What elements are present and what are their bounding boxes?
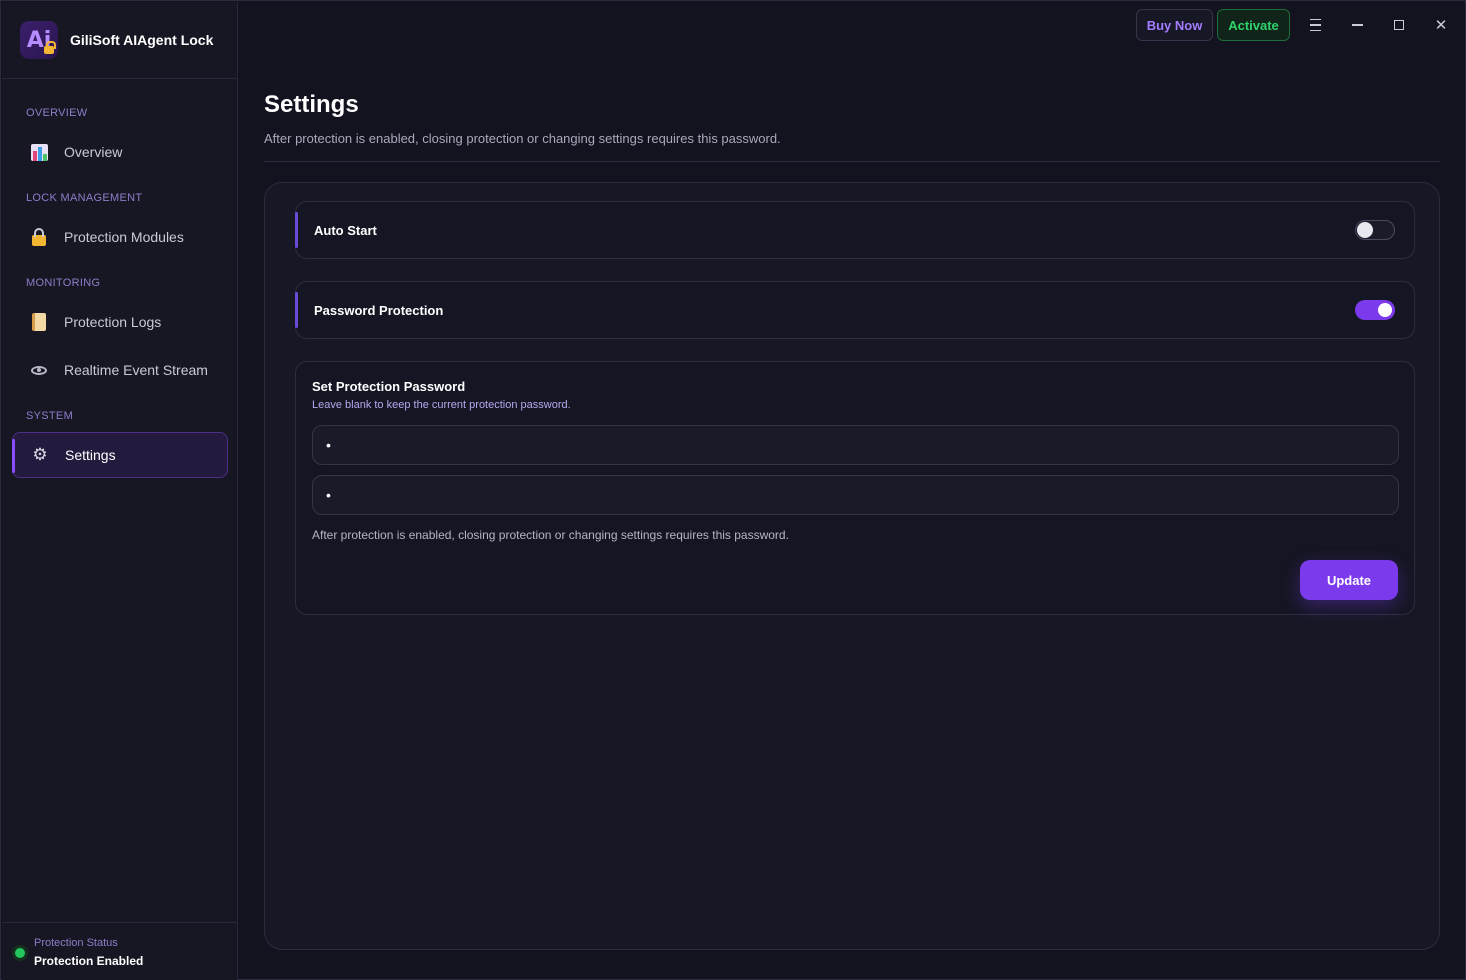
app-name: GiliSoft AIAgent Lock (70, 32, 214, 48)
page-subtitle: After protection is enabled, closing pro… (264, 131, 781, 146)
password-card: Set Protection Password Leave blank to k… (295, 361, 1415, 615)
status-indicator-dot (15, 948, 25, 958)
sidebar-item-settings[interactable]: ⚙ Settings (12, 432, 228, 478)
brand-header: Ai GiliSoft AIAgent Lock (2, 2, 237, 79)
password-card-hint: Leave blank to keep the current protecti… (312, 399, 571, 411)
sidebar-item-label: Settings (65, 447, 116, 463)
protection-status: Protection Status Protection Enabled (2, 922, 237, 980)
gear-icon: ⚙ (32, 445, 48, 465)
divider (264, 161, 1440, 162)
scroll-icon (29, 312, 49, 332)
status-value: Protection Enabled (34, 954, 144, 968)
confirm-password-field[interactable] (312, 475, 1399, 515)
lock-icon (29, 227, 49, 247)
sidebar: Ai GiliSoft AIAgent Lock OVERVIEW Overvi… (2, 2, 238, 980)
minimize-icon[interactable] (1345, 13, 1369, 37)
activate-button[interactable]: Activate (1217, 9, 1290, 41)
sidebar-item-realtime-event-stream[interactable]: Realtime Event Stream (12, 347, 228, 393)
sidebar-item-label: Realtime Event Stream (64, 362, 208, 378)
setting-label: Password Protection (314, 302, 444, 318)
app-window: Ai GiliSoft AIAgent Lock OVERVIEW Overvi… (0, 0, 1466, 980)
section-label-monitoring: MONITORING (26, 277, 101, 289)
section-label-lock-management: LOCK MANAGEMENT (26, 192, 143, 204)
menu-icon[interactable] (1303, 13, 1327, 37)
sidebar-item-label: Protection Logs (64, 314, 162, 330)
setting-row-password-protection: Password Protection (295, 281, 1415, 339)
setting-label: Auto Start (314, 222, 377, 238)
lock-badge-icon (44, 41, 56, 54)
setting-row-auto-start: Auto Start (295, 201, 1415, 259)
password-protection-toggle[interactable] (1355, 300, 1395, 320)
password-field[interactable] (312, 425, 1399, 465)
bar-chart-icon (29, 142, 49, 162)
buy-now-button[interactable]: Buy Now (1136, 9, 1213, 41)
status-label: Protection Status (34, 937, 118, 949)
password-note: After protection is enabled, closing pro… (312, 528, 789, 542)
section-label-system: SYSTEM (26, 410, 74, 422)
page-title: Settings (264, 91, 359, 118)
update-button[interactable]: Update (1300, 560, 1398, 600)
sidebar-item-protection-logs[interactable]: Protection Logs (12, 299, 228, 345)
close-icon[interactable]: ✕ (1429, 13, 1453, 37)
eye-icon (29, 360, 49, 380)
sidebar-item-overview[interactable]: Overview (12, 129, 228, 175)
maximize-icon[interactable] (1387, 13, 1411, 37)
app-logo-icon: Ai (20, 21, 58, 59)
sidebar-item-protection-modules[interactable]: Protection Modules (12, 214, 228, 260)
password-card-title: Set Protection Password (312, 379, 466, 394)
auto-start-toggle[interactable] (1355, 220, 1395, 240)
sidebar-item-label: Overview (64, 144, 123, 160)
sidebar-item-label: Protection Modules (64, 229, 184, 245)
section-label-overview: OVERVIEW (26, 107, 88, 119)
